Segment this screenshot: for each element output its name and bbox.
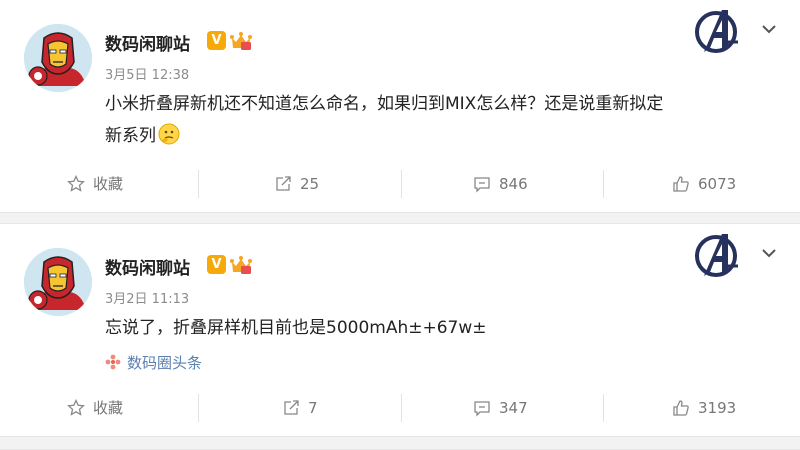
verified-v-icon: V [207,255,226,274]
post-timestamp[interactable]: 3月2日 11:13 [105,288,189,307]
action-bar: 收藏 7 347 3193 [0,382,800,434]
post-text: 忘说了，折叠屏样机目前也是5000mAh±+67w± [105,318,487,338]
comment-count: 846 [499,175,528,193]
username[interactable]: 数码闲聊站 [105,254,190,279]
favorite-label: 收藏 [93,175,124,193]
crown-member-icon[interactable] [230,31,252,51]
avengers-logo-icon [695,234,738,277]
post-separator [0,212,800,224]
topic-flower-icon [105,354,121,370]
favorite-button[interactable]: 收藏 [67,158,123,210]
crown-member-icon[interactable] [230,255,252,275]
weibo-post: 数码闲聊站 V 3月2日 11:13 忘说了，折叠屏样机目前也是5000mAh±… [0,224,800,436]
divider [401,170,402,198]
post-timestamp[interactable]: 3月5日 12:38 [105,64,189,83]
comment-icon [474,177,490,193]
divider [401,394,402,422]
divider [603,394,604,422]
favorite-label: 收藏 [93,399,124,417]
repost-button[interactable]: 25 [274,158,319,210]
avatar[interactable] [24,248,92,316]
repost-count: 7 [308,399,318,417]
verified-label: V [211,257,222,272]
like-button[interactable]: 3193 [672,382,736,434]
repost-count: 25 [300,175,320,193]
action-bar: 收藏 25 846 6073 [0,158,800,210]
iron-man-avatar-icon [24,248,92,316]
post-content: 忘说了，折叠屏样机目前也是5000mAh±+67w± [105,312,665,344]
topic-label: 数码圈头条 [127,354,203,372]
iron-man-avatar-icon [24,24,92,92]
comment-count: 347 [499,399,528,417]
like-button[interactable]: 6073 [672,158,736,210]
like-count: 6073 [698,175,737,193]
comment-button[interactable]: 347 [473,382,528,434]
divider [198,394,199,422]
thumb-up-icon [673,176,689,192]
weibo-post: 数码闲聊站 V 3月5日 12:38 小米折叠屏新机还不知道怎么命名，如果归到M… [0,0,800,212]
post-separator [0,436,800,450]
divider [198,170,199,198]
star-icon [67,174,85,192]
thumb-up-icon [673,400,689,416]
favorite-button[interactable]: 收藏 [67,382,123,434]
repost-icon [276,176,291,191]
post-text: 小米折叠屏新机还不知道怎么命名，如果归到MIX怎么样？还是说重新拟定新系列 [105,94,664,146]
username[interactable]: 数码闲聊站 [105,30,190,55]
verified-label: V [211,33,222,48]
post-content: 小米折叠屏新机还不知道怎么命名，如果归到MIX怎么样？还是说重新拟定新系列 [105,88,665,152]
verified-v-icon: V [207,31,226,50]
comment-icon [474,401,490,417]
chevron-down-icon[interactable] [760,244,778,262]
thinking-emoji-icon [158,123,180,145]
avatar[interactable] [24,24,92,92]
star-icon [67,398,85,416]
divider [603,170,604,198]
avengers-logo-icon [695,10,738,53]
comment-button[interactable]: 846 [473,158,528,210]
topic-link[interactable]: 数码圈头条 [105,352,202,373]
repost-button[interactable]: 7 [282,382,318,434]
chevron-down-icon[interactable] [760,20,778,38]
repost-icon [284,400,299,415]
like-count: 3193 [698,399,737,417]
